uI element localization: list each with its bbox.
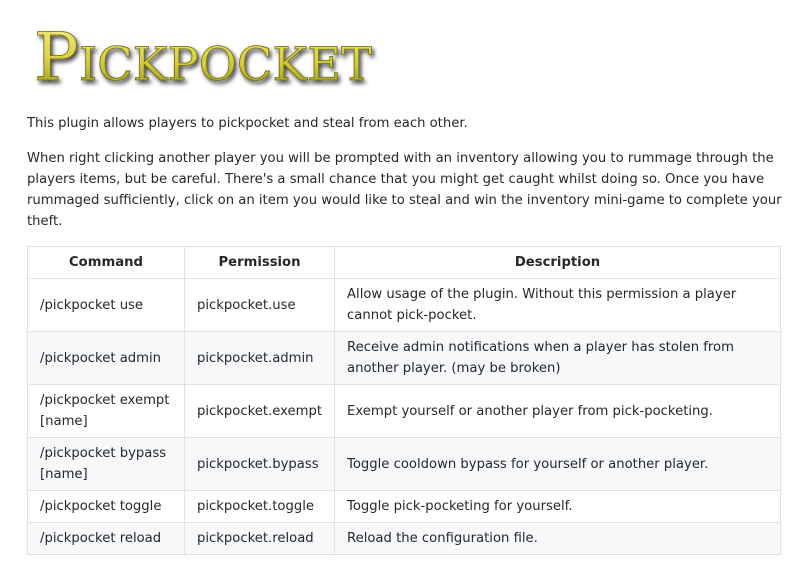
table-header-row: Command Permission Description: [27, 246, 781, 279]
permission-header: Permission: [183, 246, 336, 279]
table-row: /pickpocket use pickpocket.use Allow usa…: [27, 278, 781, 332]
command-cell: /pickpocket admin: [27, 331, 185, 385]
logo-graphic: Pickpocket: [34, 19, 373, 92]
description-header: Description: [334, 246, 781, 279]
command-cell: /pickpocket reload: [27, 522, 185, 555]
permission-cell: pickpocket.use: [183, 278, 336, 332]
intro-paragraph: This plugin allows players to pickpocket…: [27, 116, 468, 131]
permission-cell: pickpocket.reload: [183, 522, 336, 555]
description-cell: Reload the configuration file.: [334, 522, 781, 555]
command-cell: /pickpocket bypass [name]: [27, 437, 185, 491]
table-row: /pickpocket admin pickpocket.admin Recei…: [27, 331, 781, 385]
permission-cell: pickpocket.toggle: [183, 490, 336, 523]
permission-cell: pickpocket.bypass: [183, 437, 336, 491]
command-cell: /pickpocket exempt [name]: [27, 384, 185, 438]
table-row: /pickpocket exempt [name] pickpocket.exe…: [27, 384, 781, 438]
command-cell: /pickpocket use: [27, 278, 185, 332]
description-cell: Exempt yourself or another player from p…: [334, 384, 781, 438]
table-row: /pickpocket reload pickpocket.reload Rel…: [27, 522, 781, 555]
details-paragraph: When right clicking another player you w…: [27, 151, 782, 229]
description-cell: Receive admin notifications when a playe…: [334, 331, 781, 385]
command-header: Command: [27, 246, 185, 279]
permissions-table: Command Permission Description /pickpock…: [27, 246, 781, 555]
table-row: /pickpocket toggle pickpocket.toggle Tog…: [27, 490, 781, 523]
plugin-logo: Pickpocket: [30, 10, 380, 92]
description-cell: Toggle cooldown bypass for yourself or a…: [334, 437, 781, 491]
table-row: /pickpocket bypass [name] pickpocket.byp…: [27, 437, 781, 491]
permission-cell: pickpocket.admin: [183, 331, 336, 385]
description-cell: Allow usage of the plugin. Without this …: [334, 278, 781, 332]
logo-text: Pickpocket: [34, 19, 372, 92]
description-cell: Toggle pick-pocketing for yourself.: [334, 490, 781, 523]
command-cell: /pickpocket toggle: [27, 490, 185, 523]
permission-cell: pickpocket.exempt: [183, 384, 336, 438]
